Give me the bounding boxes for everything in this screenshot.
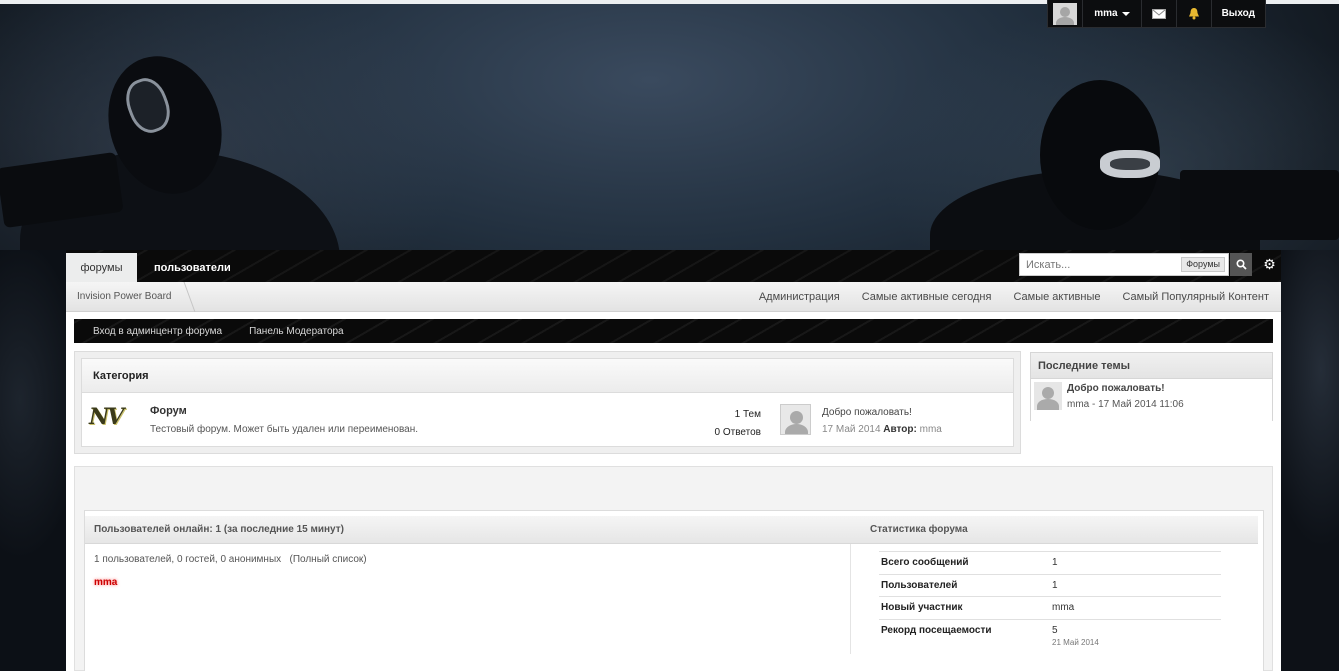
- moderator-bar: Вход в админцентр форума Панель Модерато…: [74, 319, 1273, 343]
- user-menu-button[interactable]: mma: [1083, 0, 1143, 27]
- online-user-link[interactable]: mma: [94, 577, 117, 588]
- last-post-avatar[interactable]: [780, 404, 811, 435]
- search-button[interactable]: [1230, 253, 1252, 276]
- stat-label: Новый участник: [881, 602, 963, 613]
- recent-topic-avatar[interactable]: [1034, 382, 1062, 410]
- breadcrumb-home[interactable]: Invision Power Board: [77, 291, 172, 302]
- logout-button[interactable]: Выход: [1212, 0, 1266, 27]
- avatar-placeholder-icon: [1052, 2, 1077, 25]
- gear-icon: ⚙: [1263, 256, 1276, 272]
- link-top-posters[interactable]: Самые активные: [1013, 291, 1100, 303]
- forum-title-link[interactable]: Форум: [150, 405, 187, 417]
- stat-value: 1: [1052, 557, 1058, 568]
- search-input[interactable]: [1020, 254, 1170, 275]
- last-post-date: 17 Май 2014: [822, 424, 881, 435]
- stat-row-posts: Всего сообщений 1: [879, 551, 1221, 574]
- recent-topics-title: Последние темы: [1031, 353, 1272, 379]
- forum-description: Тестовый форум. Может быть удален или пе…: [150, 424, 419, 435]
- online-counts: 1 пользователей, 0 гостей, 0 анонимных: [94, 554, 282, 565]
- category-title[interactable]: Категория: [82, 359, 1013, 393]
- forum-topic-count: 1 Тем: [734, 409, 761, 420]
- user-avatar[interactable]: [1048, 0, 1083, 27]
- breadcrumb-separator: [174, 282, 196, 312]
- last-post-link[interactable]: Добро пожаловать!: [822, 407, 912, 418]
- online-full-list-link[interactable]: (Полный список): [289, 554, 366, 565]
- category-table: Категория NV Форум Тестовый форум. Может…: [81, 358, 1014, 447]
- recent-topic-link[interactable]: Добро пожаловать!: [1067, 383, 1165, 394]
- messages-button[interactable]: [1142, 0, 1177, 27]
- link-popular-content[interactable]: Самый Популярный Контент: [1122, 291, 1269, 303]
- board-stats-panel: Пользователей онлайн: 1 (за последние 15…: [84, 510, 1264, 671]
- notifications-button[interactable]: [1177, 0, 1212, 27]
- recent-topic-item: Добро пожаловать! mma - 17 Май 2014 11:0…: [1031, 379, 1272, 421]
- stats-divider: [850, 544, 851, 654]
- recent-topic-meta: mma - 17 Май 2014 11:06: [1067, 399, 1184, 410]
- stat-label: Пользователей: [881, 579, 958, 591]
- stat-record-date: 21 Май 2014: [1052, 637, 1099, 647]
- stats-table: Всего сообщений 1 Пользователей 1 Новый …: [879, 551, 1221, 651]
- last-post-meta: 17 Май 2014 Автор: mma: [822, 424, 942, 435]
- last-post-author-label: Автор:: [883, 424, 917, 435]
- tab-forums[interactable]: форумы: [66, 253, 137, 282]
- link-top-today[interactable]: Самые активные сегодня: [862, 291, 992, 303]
- banner-weapon-right: [1180, 170, 1339, 240]
- side-background-right: [1281, 250, 1339, 671]
- category-container: Категория NV Форум Тестовый форум. Может…: [74, 351, 1021, 454]
- tab-members[interactable]: пользователи: [154, 253, 231, 282]
- stat-row-record: Рекорд посещаемости 5 21 Май 2014: [879, 618, 1221, 651]
- search-box: Форумы: [1019, 253, 1229, 276]
- breadcrumb-bar: Invision Power Board Администрация Самые…: [66, 282, 1281, 312]
- username-label: mma: [1094, 8, 1118, 19]
- last-post-author-link[interactable]: mma: [920, 424, 942, 435]
- side-background-left: [0, 250, 66, 671]
- stat-value: 1: [1052, 579, 1058, 591]
- envelope-icon: [1151, 8, 1166, 19]
- search-icon: [1235, 259, 1247, 270]
- forum-row: NV Форум Тестовый форум. Может быть удал…: [82, 393, 1013, 447]
- stat-value: 5: [1052, 624, 1058, 636]
- link-staff[interactable]: Администрация: [759, 291, 840, 303]
- settings-button[interactable]: ⚙: [1261, 256, 1278, 273]
- recent-topics-widget: Последние темы Добро пожаловать! mma - 1…: [1030, 352, 1273, 421]
- bell-icon: [1188, 8, 1199, 20]
- forum-stats-title: Статистика форума: [850, 516, 1258, 544]
- stat-label: Всего сообщений: [881, 557, 969, 568]
- user-bar: mma Выход: [1047, 0, 1266, 28]
- stat-row-members: Пользователей 1: [879, 573, 1221, 597]
- newest-member-link[interactable]: mma: [1052, 602, 1074, 613]
- search-scope-selector[interactable]: Форумы: [1181, 257, 1225, 272]
- main-content: Вход в админцентр форума Панель Модерато…: [66, 312, 1281, 671]
- admin-cp-link[interactable]: Вход в админцентр форума: [93, 326, 222, 337]
- online-summary: 1 пользователей, 0 гостей, 0 анонимных (…: [94, 554, 367, 565]
- stat-row-newest-member: Новый участник mma: [879, 596, 1221, 619]
- stat-label: Рекорд посещаемости: [881, 624, 992, 636]
- forum-logo-icon: NV: [89, 404, 124, 430]
- online-users-title: Пользователей онлайн: 1 (за последние 15…: [85, 516, 850, 544]
- main-nav: форумы пользователи Форумы ⚙: [66, 250, 1281, 282]
- board-stats-container: Пользователей онлайн: 1 (за последние 15…: [74, 466, 1273, 671]
- banner-figure-right-eyes-shadow: [1110, 158, 1150, 170]
- chevron-down-icon: [1121, 11, 1130, 16]
- forum-reply-count: 0 Ответов: [714, 427, 761, 438]
- quick-links: Администрация Самые активные сегодня Сам…: [759, 291, 1269, 303]
- mod-cp-link[interactable]: Панель Модератора: [249, 326, 344, 337]
- forum-stats: 1 Тем 0 Ответов: [715, 406, 761, 442]
